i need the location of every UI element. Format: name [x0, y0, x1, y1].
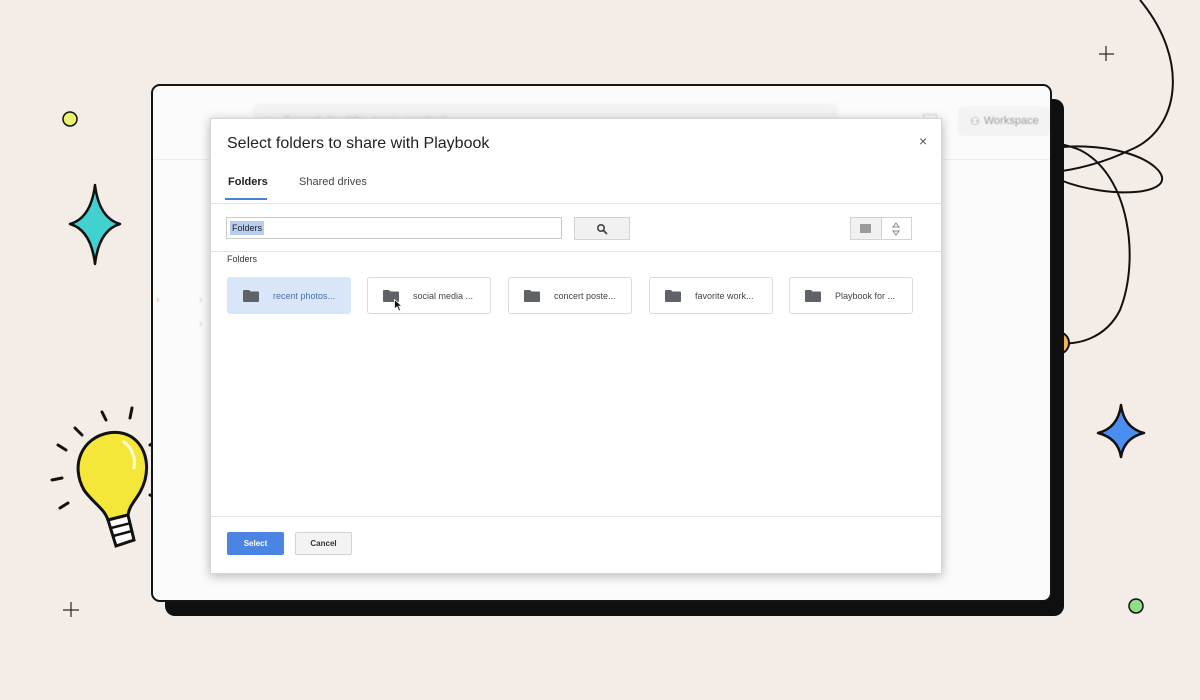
chevron-right-icon: › — [199, 318, 203, 330]
workspace-label: Workspace — [983, 115, 1039, 127]
view-toggle — [850, 217, 912, 240]
folder-icon — [243, 289, 259, 302]
section-label: Folders — [227, 254, 258, 264]
close-icon[interactable]: × — [919, 133, 927, 149]
folder-label: Playbook for ... — [835, 290, 896, 301]
mouse-cursor-icon — [394, 299, 403, 312]
footer-divider — [211, 516, 941, 517]
sort-icon — [892, 221, 901, 236]
tab-shared-drives[interactable]: Shared drives — [299, 176, 367, 188]
cancel-button[interactable]: Cancel — [295, 532, 352, 555]
folder-label: concert poste... — [554, 290, 616, 301]
select-button[interactable]: Select — [227, 532, 284, 555]
tab-folders[interactable]: Folders — [228, 176, 268, 188]
folder-search-input[interactable] — [226, 217, 562, 239]
folder-icon — [665, 289, 681, 302]
folder-picker-dialog: Select folders to share with Playbook × … — [210, 118, 942, 574]
list-view-button[interactable] — [851, 218, 881, 239]
folder-label: favorite work... — [695, 290, 754, 301]
chevron-right-icon: › — [156, 294, 160, 306]
search-text-selection: Folders — [230, 221, 265, 235]
blue-sparkle-icon — [1096, 403, 1146, 459]
folder-label: recent photos... — [273, 290, 336, 301]
search-icon — [596, 223, 608, 234]
active-tab-indicator — [225, 198, 267, 200]
plus-mark — [1099, 46, 1114, 61]
folder-item[interactable]: concert poste... — [508, 277, 632, 314]
search-button[interactable] — [574, 217, 630, 240]
folder-label: social media ... — [413, 290, 474, 301]
folder-item[interactable]: recent photos... — [227, 277, 351, 314]
tabs-divider — [211, 203, 941, 204]
green-dot — [1128, 598, 1144, 614]
teal-sparkle-icon — [68, 183, 122, 266]
folder-item[interactable]: favorite work... — [649, 277, 773, 314]
chevron-right-icon: › — [199, 294, 203, 306]
dialog-title: Select folders to share with Playbook — [227, 135, 490, 152]
folder-item[interactable]: social media ... — [367, 277, 491, 314]
folder-icon — [805, 289, 821, 302]
sort-button[interactable] — [880, 218, 911, 239]
list-view-icon — [860, 224, 872, 233]
folder-icon — [524, 289, 540, 302]
toolbar-divider — [211, 251, 941, 252]
workspace-button[interactable]: ⚇ Workspace — [958, 106, 1050, 136]
yellow-dot — [62, 111, 78, 127]
folder-item[interactable]: Playbook for ... — [789, 277, 913, 314]
people-icon: ⚇ — [970, 115, 980, 128]
lightbulb-icon — [50, 406, 167, 548]
plus-mark — [63, 602, 79, 617]
